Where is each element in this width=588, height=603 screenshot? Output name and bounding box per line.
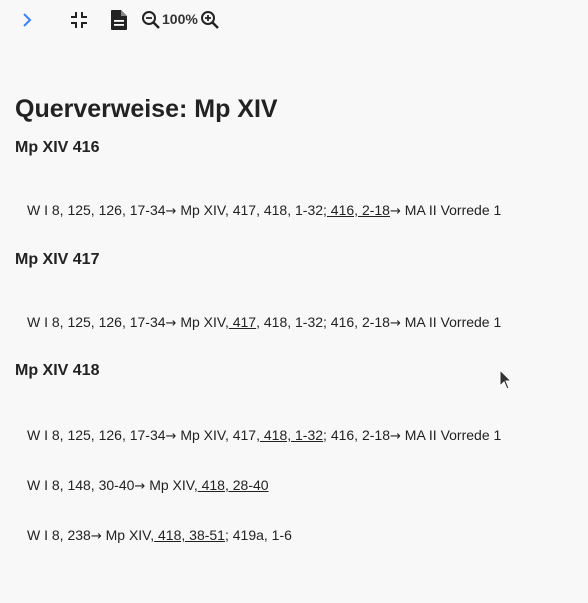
ref-text: Mp XIV, bbox=[101, 527, 155, 543]
ref-source: W I 8, 125, 126, 17-34 bbox=[27, 314, 166, 330]
ref-current-link[interactable]: 416, 2-18 bbox=[327, 202, 390, 218]
section-title: Mp XIV 418 bbox=[15, 362, 100, 379]
compress-icon[interactable] bbox=[68, 9, 90, 31]
reference-line: W I 8, 238→ Mp XIV, 418, 38-51; 419a, 1-… bbox=[15, 525, 575, 547]
ref-text: Mp XIV, 417, bbox=[176, 427, 260, 443]
ref-text: Mp XIV, bbox=[145, 477, 198, 493]
reference-line: W I 8, 125, 126, 17-34→ Mp XIV, 417, 418… bbox=[15, 312, 575, 334]
ref-text: ; 419a, 1-6 bbox=[224, 527, 292, 543]
arrow-icon: → bbox=[389, 204, 401, 219]
ref-source: W I 8, 238 bbox=[27, 527, 91, 543]
arrow-icon: → bbox=[90, 529, 102, 544]
ref-current-link[interactable]: 417 bbox=[229, 314, 256, 330]
arrow-icon: → bbox=[165, 429, 177, 444]
main-content: Querverweise: Mp XIV Mp XIV 416 W I 8, 1… bbox=[15, 92, 575, 547]
ref-source: W I 8, 125, 126, 17-34 bbox=[27, 427, 166, 443]
ref-target: MA II Vorrede 1 bbox=[400, 202, 502, 218]
page-title: Querverweise: Mp XIV bbox=[15, 95, 278, 123]
reference-line: W I 8, 125, 126, 17-34→ Mp XIV, 417, 418… bbox=[15, 200, 575, 222]
arrow-icon: → bbox=[134, 479, 146, 494]
section-mp-xiv-418: Mp XIV 418 W I 8, 125, 126, 17-34→ Mp XI… bbox=[15, 360, 575, 547]
ref-target: MA II Vorrede 1 bbox=[400, 314, 502, 330]
arrow-icon: → bbox=[389, 429, 401, 444]
reference-line: W I 8, 125, 126, 17-34→ Mp XIV, 417, 418… bbox=[15, 425, 575, 447]
arrow-icon: → bbox=[165, 316, 177, 331]
section-title: Mp XIV 417 bbox=[15, 251, 100, 268]
ref-current-link[interactable]: 418, 28-40 bbox=[198, 477, 269, 493]
ref-text: ; 416, 2-18 bbox=[323, 427, 390, 443]
zoom-level: 100% bbox=[162, 11, 198, 27]
zoom-in-icon[interactable] bbox=[199, 9, 221, 31]
ref-target: MA II Vorrede 1 bbox=[400, 427, 502, 443]
ref-source: W I 8, 125, 126, 17-34 bbox=[27, 202, 166, 218]
arrow-icon: → bbox=[389, 316, 401, 331]
ref-text: Mp XIV, bbox=[176, 314, 229, 330]
ref-current-link[interactable]: 418, 38-51 bbox=[154, 527, 225, 543]
toolbar: 100% bbox=[0, 0, 588, 40]
ref-text: , 418, 1-32; 416, 2-18 bbox=[256, 314, 390, 330]
ref-source: W I 8, 148, 30-40 bbox=[27, 477, 135, 493]
section-mp-xiv-416: Mp XIV 416 W I 8, 125, 126, 17-34→ Mp XI… bbox=[15, 137, 575, 222]
section-title: Mp XIV 416 bbox=[15, 139, 100, 156]
arrow-icon: → bbox=[165, 204, 177, 219]
mouse-cursor-icon bbox=[499, 368, 513, 391]
reference-line: W I 8, 148, 30-40→ Mp XIV, 418, 28-40 bbox=[15, 475, 575, 497]
zoom-out-icon[interactable] bbox=[140, 9, 162, 31]
section-mp-xiv-417: Mp XIV 417 W I 8, 125, 126, 17-34→ Mp XI… bbox=[15, 249, 575, 334]
ref-text: Mp XIV, 417, 418, 1-32; bbox=[176, 202, 327, 218]
ref-current-link[interactable]: 418, 1-32 bbox=[260, 427, 323, 443]
document-icon[interactable] bbox=[108, 8, 130, 32]
chevron-right-icon[interactable] bbox=[17, 8, 37, 32]
